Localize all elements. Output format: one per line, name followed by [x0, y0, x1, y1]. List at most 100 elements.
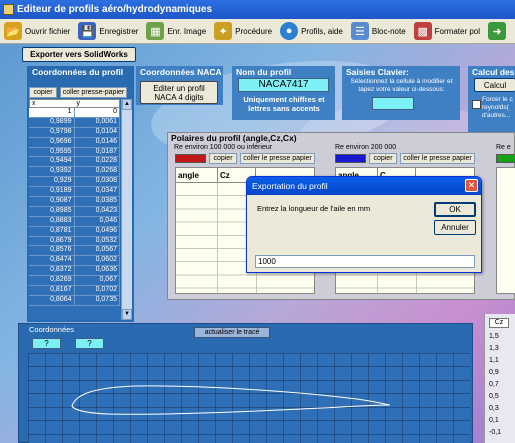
- coord-y-cell[interactable]: 0,0735: [75, 295, 120, 305]
- coords-row[interactable]: 0,9899 0,0061: [29, 117, 120, 128]
- coord-y-cell[interactable]: 0,067: [75, 276, 120, 286]
- coords-row[interactable]: 0,9494 0,0228: [29, 157, 120, 168]
- edit-naca-button[interactable]: Editer un profil NACA 4 digits: [140, 81, 218, 104]
- coord-x-cell[interactable]: 0,8679: [29, 236, 75, 246]
- coord-x-cell[interactable]: 0,9087: [29, 197, 75, 206]
- save-button[interactable]: 💾 Enregistrer: [74, 20, 142, 43]
- coord-y-cell[interactable]: 0,0636: [75, 266, 120, 276]
- coords-paste-button[interactable]: coller presse-papier: [60, 87, 127, 98]
- notepad-button[interactable]: ☰ Bloc-note: [347, 20, 410, 43]
- coord-x-cell[interactable]: 0,8064: [29, 295, 75, 305]
- open-file-button[interactable]: 📂 Ouvrir fichier: [0, 20, 74, 43]
- coords-row[interactable]: 0,9392 0,0268: [29, 167, 120, 178]
- re2-paste-button[interactable]: coller le presse papier: [400, 153, 475, 164]
- coord-y-cell[interactable]: 0,0496: [75, 226, 120, 236]
- wing-length-input[interactable]: 1000: [255, 255, 475, 268]
- coords-row[interactable]: 0,9798 0,0104: [29, 127, 120, 138]
- keyboard-input-field[interactable]: [372, 97, 414, 110]
- coords-row[interactable]: 0,8781 0,0496: [29, 226, 120, 237]
- re2-color-swatch[interactable]: [335, 154, 366, 163]
- coord-y-cell[interactable]: 0,0146: [75, 137, 120, 147]
- coord-y-cell[interactable]: 0,0567: [75, 246, 120, 256]
- coord-x-cell[interactable]: 0,929: [29, 177, 75, 187]
- coord-x-cell[interactable]: 0,8781: [29, 226, 75, 236]
- re3-grid[interactable]: [496, 167, 515, 294]
- coords-row[interactable]: 0,9696 0,0146: [29, 137, 120, 148]
- coord-y-cell[interactable]: 0: [74, 108, 120, 117]
- keyboard-input-title: Saisies Clavier:: [346, 67, 409, 77]
- coord-y-cell[interactable]: 0,0532: [75, 236, 120, 246]
- coord-x-cell[interactable]: 0,9798: [29, 127, 75, 137]
- coord-y-cell[interactable]: 0,0228: [75, 157, 120, 167]
- coord-x-cell[interactable]: 0,8883: [29, 216, 75, 226]
- coords-row[interactable]: 0,8576 0,0567: [29, 246, 120, 257]
- coord-y-cell[interactable]: 0,0061: [75, 117, 120, 127]
- profile-plot[interactable]: [28, 353, 470, 443]
- coord-y-cell[interactable]: 0,0347: [75, 187, 120, 197]
- export-dialog: Exportation du profil ✕ Entrez la longue…: [246, 176, 482, 273]
- coord-x-cell[interactable]: 0,9899: [29, 117, 75, 127]
- export-solidworks-button[interactable]: Exporter vers SolidWorks: [22, 47, 136, 62]
- coord-x-cell[interactable]: 0,8985: [29, 206, 75, 216]
- image-icon: ▦: [146, 22, 165, 40]
- coord-y-cell[interactable]: 0,0602: [75, 256, 120, 266]
- format-polar-button[interactable]: ▩ Formater pol: [410, 20, 484, 43]
- re1-paste-button[interactable]: coller le presse papier: [240, 153, 315, 164]
- coords-table[interactable]: 1 0 0,9899 0,0061 0,9798 0,0104 0,9696 0,0146 0,…: [29, 108, 120, 320]
- coord-x-cell[interactable]: 1: [29, 108, 75, 117]
- coords-row[interactable]: 10: [29, 108, 120, 118]
- scroll-down-icon[interactable]: ▼: [122, 309, 132, 320]
- coord-y-cell[interactable]: 0,046: [75, 216, 120, 226]
- coord-x-cell[interactable]: 0,8269: [29, 276, 75, 286]
- re1-copy-button[interactable]: copier: [209, 153, 237, 164]
- dialog-cancel-button[interactable]: Annuler: [434, 220, 476, 235]
- coord-x-cell[interactable]: 0,9494: [29, 157, 75, 167]
- coord-y-cell[interactable]: 0,0187: [75, 147, 120, 157]
- coords-scrollbar[interactable]: ▲ ▼: [121, 99, 132, 320]
- coords-row[interactable]: 0,8679 0,0532: [29, 236, 120, 247]
- cz-tick-label: 0,3: [489, 405, 499, 412]
- scroll-up-icon[interactable]: ▲: [122, 99, 132, 110]
- coord-x-cell[interactable]: 0,9392: [29, 167, 75, 177]
- re3-color-swatch[interactable]: [496, 154, 515, 163]
- dialog-message: Entrez la longueur de l'aile en mm: [257, 204, 371, 213]
- coord-y-cell[interactable]: 0,0423: [75, 206, 120, 216]
- coords-row[interactable]: 0,8372 0,0636: [29, 266, 120, 277]
- coord-y-cell[interactable]: 0,0308: [75, 177, 120, 187]
- coord-y-cell[interactable]: 0,0268: [75, 167, 120, 177]
- coords-row[interactable]: 0,8269 0,067: [29, 276, 120, 287]
- coords-row[interactable]: 0,9595 0,0187: [29, 147, 120, 158]
- coord-x-cell[interactable]: 0,8474: [29, 256, 75, 266]
- coords-row[interactable]: 0,8167 0,0702: [29, 286, 120, 296]
- coords-row[interactable]: 0,929 0,0308: [29, 177, 120, 188]
- next-button[interactable]: ➜: [484, 20, 513, 43]
- coord-x-cell[interactable]: 0,8167: [29, 286, 75, 295]
- coord-x-cell[interactable]: 0,8576: [29, 246, 75, 256]
- coord-y-cell[interactable]: 0,0385: [75, 197, 120, 206]
- save-image-button[interactable]: ▦ Enr. Image: [142, 20, 210, 43]
- coord-y-cell[interactable]: 0,0104: [75, 127, 120, 137]
- dialog-ok-button[interactable]: OK: [434, 202, 476, 217]
- re2-copy-button[interactable]: copier: [369, 153, 397, 164]
- close-icon[interactable]: ✕: [465, 179, 478, 192]
- coord-x-cell[interactable]: 0,9595: [29, 147, 75, 157]
- coords-copy-button[interactable]: copier: [29, 87, 57, 98]
- title-bar: Editeur de profils aéro/hydrodynamiques: [0, 0, 515, 19]
- calc-button[interactable]: Calcul: [474, 78, 515, 92]
- coords-row[interactable]: 0,8883 0,046: [29, 216, 120, 227]
- procedure-button[interactable]: ✦ Procédure: [210, 20, 276, 43]
- coords-row[interactable]: 0,8474 0,0602: [29, 256, 120, 267]
- coords-row[interactable]: 0,9087 0,0385: [29, 197, 120, 207]
- coord-x-cell[interactable]: 0,9189: [29, 187, 75, 197]
- profile-name-input[interactable]: NACA7417: [238, 78, 329, 92]
- refresh-plot-button[interactable]: actualiser le tracé: [194, 327, 270, 338]
- coords-row[interactable]: 0,8985 0,0423: [29, 206, 120, 217]
- coords-row[interactable]: 0,9189 0,0347: [29, 187, 120, 198]
- force-checkbox[interactable]: [472, 100, 481, 109]
- coord-x-cell[interactable]: 0,8372: [29, 266, 75, 276]
- profiles-help-button[interactable]: ● Profils, aide: [276, 20, 347, 43]
- re1-color-swatch[interactable]: [175, 154, 206, 163]
- coord-y-cell[interactable]: 0,0702: [75, 286, 120, 295]
- coord-x-cell[interactable]: 0,9696: [29, 137, 75, 147]
- coords-row[interactable]: 0,8064 0,0735: [29, 295, 120, 306]
